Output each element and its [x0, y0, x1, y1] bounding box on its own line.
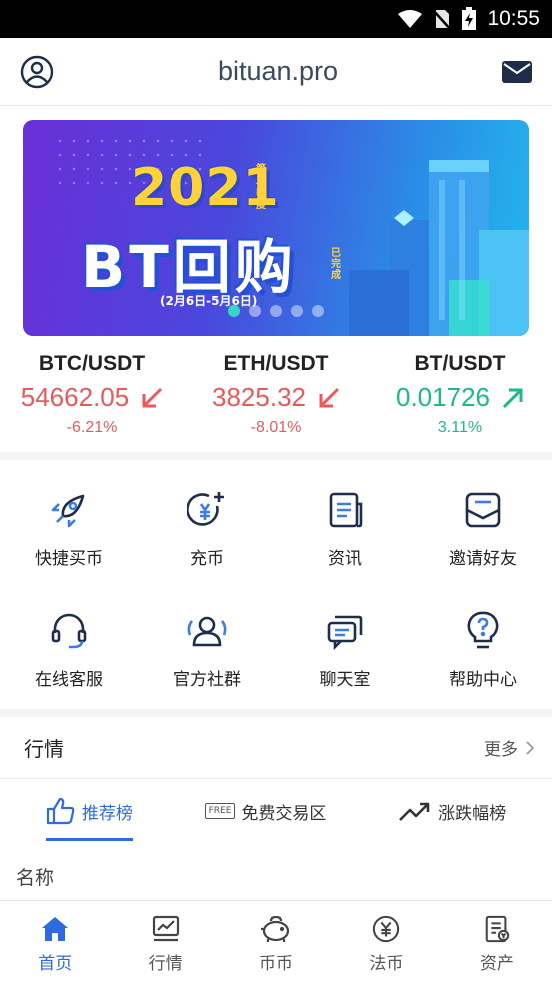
nav-home[interactable]: 首页: [0, 901, 110, 981]
market-more-link[interactable]: 更多: [484, 735, 534, 760]
news-icon: [329, 492, 363, 528]
market-title: 行情: [24, 737, 64, 761]
wifi-icon: [398, 10, 423, 28]
nav-label: 首页: [38, 954, 73, 974]
column-header-name: 名称: [16, 867, 55, 889]
status-bar: 10:55: [0, 0, 552, 38]
nav-label: 行情: [148, 954, 183, 974]
ticker-strip: BTC/USDT 54662.05 -6.21% ETH/USDT 3825.3…: [0, 336, 552, 460]
invite-envelope-icon: [465, 492, 501, 528]
tab-recommended[interactable]: 推荐榜: [45, 779, 133, 843]
ticker-price: 54662.05: [20, 382, 130, 412]
market-tabs: 推荐榜 FREE 免费交易区 涨跌幅榜: [0, 779, 552, 843]
shortcut-community[interactable]: 官方社群: [138, 609, 276, 730]
shortcut-label: 邀请好友: [449, 549, 517, 569]
banner-pager[interactable]: [228, 305, 324, 317]
bottom-nav: 首页 行情 币币 法币 资产: [0, 900, 552, 981]
pager-dot[interactable]: [291, 305, 303, 317]
shortcut-chatroom[interactable]: 聊天室: [276, 609, 414, 730]
ticker-price-row: 54662.05: [0, 382, 184, 413]
ticker-btc[interactable]: BTC/USDT 54662.05 -6.21%: [0, 352, 184, 452]
ticker-bt[interactable]: BT/USDT 0.01726 3.11%: [368, 352, 552, 452]
chevron-right-icon: [526, 740, 534, 755]
city-illustration: [349, 160, 529, 336]
ticker-eth[interactable]: ETH/USDT 3825.32 -8.01%: [184, 352, 368, 452]
nav-label: 资产: [479, 954, 514, 974]
arrow-down-left-icon: [319, 387, 340, 407]
clock: 10:55: [487, 7, 540, 30]
shortcut-help[interactable]: 帮助中心: [414, 609, 552, 730]
shortcut-label: 在线客服: [35, 670, 103, 690]
battery-charging-icon: [462, 7, 477, 30]
ticker-price: 3825.32: [212, 382, 306, 412]
pager-dot[interactable]: [249, 305, 261, 317]
rocket-icon: [51, 494, 85, 528]
shortcut-deposit[interactable]: 充币: [138, 488, 276, 609]
free-badge-icon: FREE: [204, 803, 236, 819]
thumbs-up-icon: [46, 797, 75, 825]
ticker-change: -8.01%: [250, 419, 302, 436]
no-sim-icon: [433, 9, 452, 30]
ticker-pair: ETH/USDT: [223, 352, 329, 375]
shortcut-label: 充币: [190, 549, 224, 569]
shortcut-label: 资讯: [328, 549, 362, 569]
pager-dot[interactable]: [312, 305, 324, 317]
nav-assets[interactable]: 资产: [442, 901, 552, 981]
shortcut-label: 聊天室: [319, 670, 371, 690]
nav-label: 币币: [259, 954, 294, 974]
banner-season: 第二季度: [256, 164, 266, 211]
shortcut-quick-buy[interactable]: 快捷买币: [0, 488, 138, 609]
tab-label: 推荐榜: [81, 803, 133, 824]
promo-banner[interactable]: 2021 第二季度 BT回购 已完成 (2月6日-5月6日): [23, 120, 529, 336]
banner-status: 已完成: [331, 248, 341, 281]
home-icon: [42, 917, 69, 941]
arrow-down-left-icon: [142, 387, 163, 407]
tab-label: 免费交易区: [241, 803, 327, 824]
yuan-coin-icon: [373, 915, 400, 943]
ticker-price: 0.01726: [396, 382, 490, 412]
pager-dot[interactable]: [270, 305, 282, 317]
more-label: 更多: [484, 740, 518, 760]
ticker-pair: BT/USDT: [414, 352, 506, 375]
nav-label: 法币: [369, 954, 404, 974]
trend-up-icon: [399, 802, 430, 821]
shortcut-invite[interactable]: 邀请好友: [414, 488, 552, 609]
piggy-bank-icon: [261, 915, 290, 942]
nav-fiat[interactable]: 法币: [331, 901, 441, 981]
tab-label: 涨跌幅榜: [438, 803, 507, 824]
shortcut-grid: 快捷买币 充币 资讯 邀请好友 在线客服 官方社群 聊天室 帮助中心: [0, 460, 552, 717]
community-icon: [187, 616, 227, 647]
mail-icon[interactable]: [502, 60, 532, 83]
page-title: bituan.pro: [217, 56, 339, 86]
tab-free-zone[interactable]: FREE 免费交易区: [204, 779, 327, 843]
help-icon: [467, 611, 499, 649]
pager-dot[interactable]: [228, 305, 240, 317]
nav-market[interactable]: 行情: [110, 901, 220, 981]
shortcut-label: 官方社群: [173, 670, 241, 690]
ticker-price-row: 3825.32: [184, 382, 368, 413]
ticker-change: -6.21%: [66, 419, 118, 436]
arrow-up-right-icon: [502, 388, 523, 408]
chart-icon: [152, 915, 179, 942]
app-header: bituan.pro: [0, 38, 552, 106]
tab-gainers[interactable]: 涨跌幅榜: [398, 779, 506, 843]
user-circle-icon[interactable]: [20, 55, 54, 89]
shortcut-label: 帮助中心: [449, 670, 517, 690]
shortcut-label: 快捷买币: [35, 549, 103, 569]
assets-document-icon: [485, 915, 510, 943]
chat-icon: [327, 615, 363, 651]
ticker-pair: BTC/USDT: [38, 352, 146, 375]
nav-coin-trade[interactable]: 币币: [221, 901, 331, 981]
ticker-price-row: 0.01726: [368, 382, 552, 413]
deposit-coin-icon: [187, 492, 224, 526]
headset-icon: [51, 613, 87, 649]
ticker-change: 3.11%: [437, 419, 483, 436]
shortcut-news[interactable]: 资讯: [276, 488, 414, 609]
shortcut-support[interactable]: 在线客服: [0, 609, 138, 730]
